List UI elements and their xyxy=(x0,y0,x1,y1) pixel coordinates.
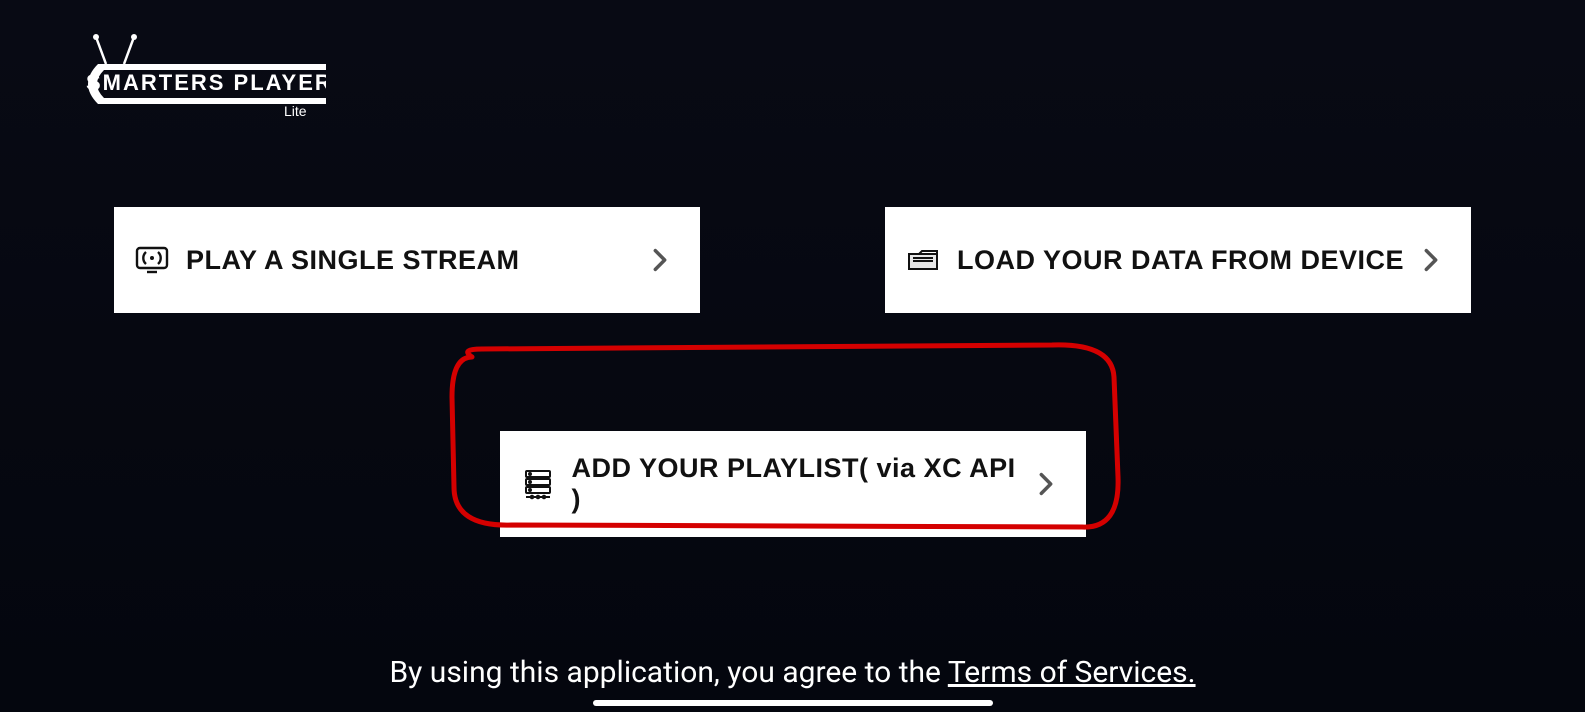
load-from-device-button[interactable]: LOAD YOUR DATA FROM DEVICE xyxy=(885,207,1471,313)
terms-of-services-link[interactable]: Terms of Services. xyxy=(948,655,1196,690)
footer-prefix: By using this application, you agree to … xyxy=(389,655,947,690)
home-indicator xyxy=(593,700,993,706)
option-label: LOAD YOUR DATA FROM DEVICE xyxy=(957,245,1417,276)
tv-logo-icon: SMARTERS PLAYER Lite xyxy=(76,32,326,122)
chevron-right-icon xyxy=(1417,246,1445,274)
folder-icon xyxy=(905,242,941,278)
server-stack-icon xyxy=(520,466,556,502)
app-logo: SMARTERS PLAYER Lite xyxy=(76,32,326,126)
option-label: ADD YOUR PLAYLIST( via XC API ) xyxy=(572,453,1032,515)
chevron-right-icon xyxy=(1032,470,1060,498)
footer-text: By using this application, you agree to … xyxy=(0,655,1585,690)
chevron-right-icon xyxy=(646,246,674,274)
logo-title: SMARTERS PLAYER xyxy=(86,70,326,95)
broadcast-screen-icon xyxy=(134,242,170,278)
play-single-stream-button[interactable]: PLAY A SINGLE STREAM xyxy=(114,207,700,313)
option-label: PLAY A SINGLE STREAM xyxy=(186,245,646,276)
options-row-center: ADD YOUR PLAYLIST( via XC API ) xyxy=(100,431,1485,537)
add-playlist-xc-api-button[interactable]: ADD YOUR PLAYLIST( via XC API ) xyxy=(500,431,1086,537)
options-row-top: PLAY A SINGLE STREAM LOAD YOUR DATA FROM… xyxy=(0,207,1585,537)
logo-subtitle: Lite xyxy=(284,103,307,119)
